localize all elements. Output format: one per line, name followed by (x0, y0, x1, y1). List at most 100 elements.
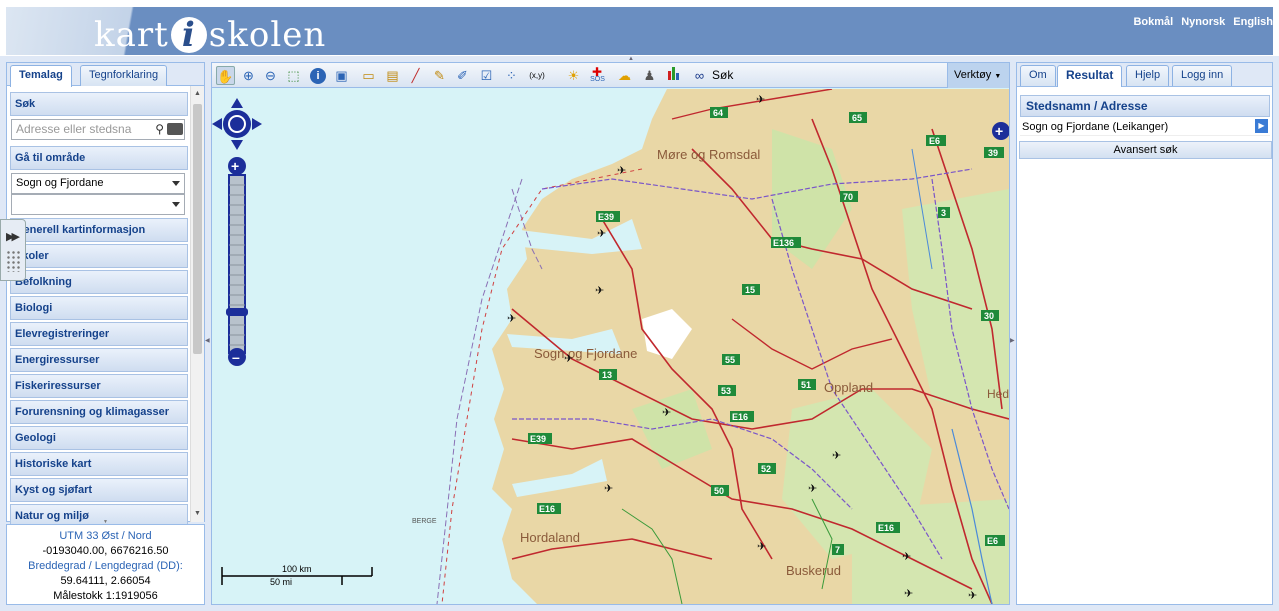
chevron-left-icon[interactable]: ◀ (205, 337, 210, 344)
right-splitter[interactable]: ▶ (1010, 62, 1015, 605)
road-shield-label: E16 (878, 523, 894, 533)
goto-subarea-select[interactable] (11, 194, 185, 215)
map-canvas[interactable]: Møre og Romsdal Sogn og Fjordane Oppland… (212, 89, 1009, 604)
layer-section-historiske-kart[interactable]: Historiske kart (10, 452, 188, 476)
utm-label: UTM 33 Øst / Nord (59, 530, 152, 542)
zoom-slider[interactable]: + – (226, 157, 248, 366)
left-panel: Temalag Tegnforklaring Søk Adresse eller… (6, 62, 205, 528)
lang-english-link[interactable]: English (1233, 16, 1273, 28)
pan-hand-icon[interactable]: ✋ (216, 66, 235, 85)
lang-bokmal-link[interactable]: Bokmål (1133, 16, 1173, 28)
goto-area-value: Sogn og Fjordane (16, 177, 104, 189)
person-icon[interactable]: ♟ (640, 66, 659, 85)
sunset-icon[interactable]: ☁ (615, 66, 634, 85)
measure-ruler-icon[interactable]: ▭ (359, 66, 378, 85)
layer-section-generell[interactable]: Generell kartinformasjon (10, 218, 188, 242)
region-label: Buskerud (786, 563, 841, 578)
tab-om[interactable]: Om (1020, 65, 1056, 86)
draw-pencil-icon[interactable]: ✎ (430, 66, 449, 85)
road-shield-label: 3 (941, 208, 946, 218)
right-tabbar: Om Resultat Hjelp Logg inn (1017, 63, 1272, 87)
tab-logg-inn[interactable]: Logg inn (1172, 65, 1233, 86)
goto-section-header[interactable]: Gå til område (10, 146, 188, 170)
sos-icon[interactable]: ✚ SOS (588, 65, 607, 85)
tab-temalag[interactable]: Temalag (10, 65, 72, 87)
chevron-down-icon (172, 181, 180, 186)
city-label: BERGE (412, 518, 437, 525)
road-shield-label: 52 (761, 464, 771, 474)
tools-menu-button[interactable]: Verktøy ▼ (947, 63, 1009, 88)
layer-section-energiressurser[interactable]: Energiressurser (10, 348, 188, 372)
search-input[interactable]: Adresse eller stedsna ⚲ (11, 119, 185, 140)
grip-icon (6, 250, 20, 272)
tab-hjelp[interactable]: Hjelp (1126, 65, 1170, 86)
region-label: Hed (987, 387, 1009, 401)
scroll-down-icon[interactable]: ▼ (191, 508, 204, 520)
minus-icon: – (232, 349, 240, 365)
road-shield-label: 30 (984, 311, 994, 321)
zoom-in-icon[interactable]: ⊕ (239, 66, 258, 85)
road-shield-label: 51 (801, 380, 811, 390)
xy-coordinate-icon[interactable]: (x,y) (524, 66, 550, 85)
layer-section-biologi[interactable]: Biologi (10, 296, 188, 320)
edit-pencil-icon[interactable]: ✐ (453, 66, 472, 85)
scroll-up-icon[interactable]: ▲ (191, 88, 204, 100)
layer-section-geologi[interactable]: Geologi (10, 426, 188, 450)
search-section-header[interactable]: Søk (10, 92, 188, 116)
expand-panel-handle[interactable]: ▶▶ (0, 219, 26, 281)
chevron-right-icon[interactable]: ▶ (1010, 337, 1015, 344)
top-splitter[interactable]: ▲ (0, 56, 1279, 62)
zoom-thumb (226, 308, 248, 316)
utm-value: -0193040.00, 6676216.50 (42, 545, 169, 557)
zoom-out-icon[interactable]: ⊖ (261, 66, 280, 85)
left-scrollbar[interactable]: ▲ ▼ (190, 86, 204, 522)
right-panel: Om Resultat Hjelp Logg inn Stedsnamn / A… (1016, 62, 1273, 605)
road-shield-label: 39 (988, 148, 998, 158)
info-icon[interactable]: i (310, 68, 326, 84)
map-container: ✋ ⊕ ⊖ ⬚ i ▣ ▭ ▤ ╱ ✎ ✐ ☑ ⁘ (x,y) ☀ ✚ SOS ☁… (211, 62, 1010, 605)
binoculars-icon[interactable]: ∞ (690, 66, 709, 85)
vertex-icon[interactable]: ⁘ (502, 66, 521, 85)
draw-line-icon[interactable]: ╱ (406, 66, 425, 85)
road-shield-label: 55 (725, 355, 735, 365)
result-item[interactable]: Sogn og Fjordane (Leikanger) ▶ (1020, 118, 1270, 136)
tab-tegnforklaring[interactable]: Tegnforklaring (80, 65, 168, 86)
goto-area-select[interactable]: Sogn og Fjordane (11, 173, 185, 194)
layer-section-skoler[interactable]: Skoler (10, 244, 188, 268)
layer-section-elevregistreringer[interactable]: Elevregistreringer (10, 322, 188, 346)
road-shield-label: E6 (929, 136, 940, 146)
double-chevron-right-icon: ▶▶ (6, 231, 20, 243)
airport-icon: ✈ (597, 228, 606, 240)
zoom-box-icon[interactable]: ⬚ (284, 66, 303, 85)
tab-resultat[interactable]: Resultat (1057, 65, 1123, 87)
airport-icon: ✈ (595, 285, 604, 297)
layer-section-fiskeriressurser[interactable]: Fiskeriressurser (10, 374, 188, 398)
search-tool-label[interactable]: Søk (712, 63, 733, 88)
measure-area-icon[interactable]: ▤ (383, 66, 402, 85)
airport-icon: ✈ (564, 353, 573, 365)
bar-chart-icon[interactable] (664, 66, 683, 85)
advanced-search-button[interactable]: Avansert søk (1019, 141, 1272, 159)
edit-box-icon[interactable]: ☑ (477, 66, 496, 85)
layer-section-kyst-sjofart[interactable]: Kyst og sjøfart (10, 478, 188, 502)
area-info-icon[interactable]: ▣ (332, 66, 351, 85)
logo[interactable]: kart i skolen (94, 15, 326, 55)
road-shield-label: 7 (835, 545, 840, 555)
left-splitter[interactable]: ◀ (205, 62, 210, 605)
keyboard-icon[interactable] (167, 123, 183, 135)
search-icon[interactable]: ⚲ (155, 120, 164, 139)
result-item-label: Sogn og Fjordane (Leikanger) (1022, 121, 1169, 133)
result-section-header: Stedsnamn / Adresse (1020, 95, 1270, 117)
region-label: Oppland (824, 380, 873, 395)
sun-weather-icon[interactable]: ☀ (564, 66, 583, 85)
play-arrow-icon[interactable]: ▶ (1255, 119, 1268, 133)
overview-toggle[interactable]: + (992, 122, 1009, 140)
road-shield-label: 13 (602, 370, 612, 380)
layer-section-befolkning[interactable]: Befolkning (10, 270, 188, 294)
lang-nynorsk-link[interactable]: Nynorsk (1181, 16, 1225, 28)
region-label: Møre og Romsdal (657, 147, 760, 162)
region-label: Hordaland (520, 530, 580, 545)
layer-section-forurensning[interactable]: Forurensning og klimagasser (10, 400, 188, 424)
scroll-thumb[interactable] (193, 104, 202, 354)
airport-icon: ✈ (604, 483, 613, 495)
